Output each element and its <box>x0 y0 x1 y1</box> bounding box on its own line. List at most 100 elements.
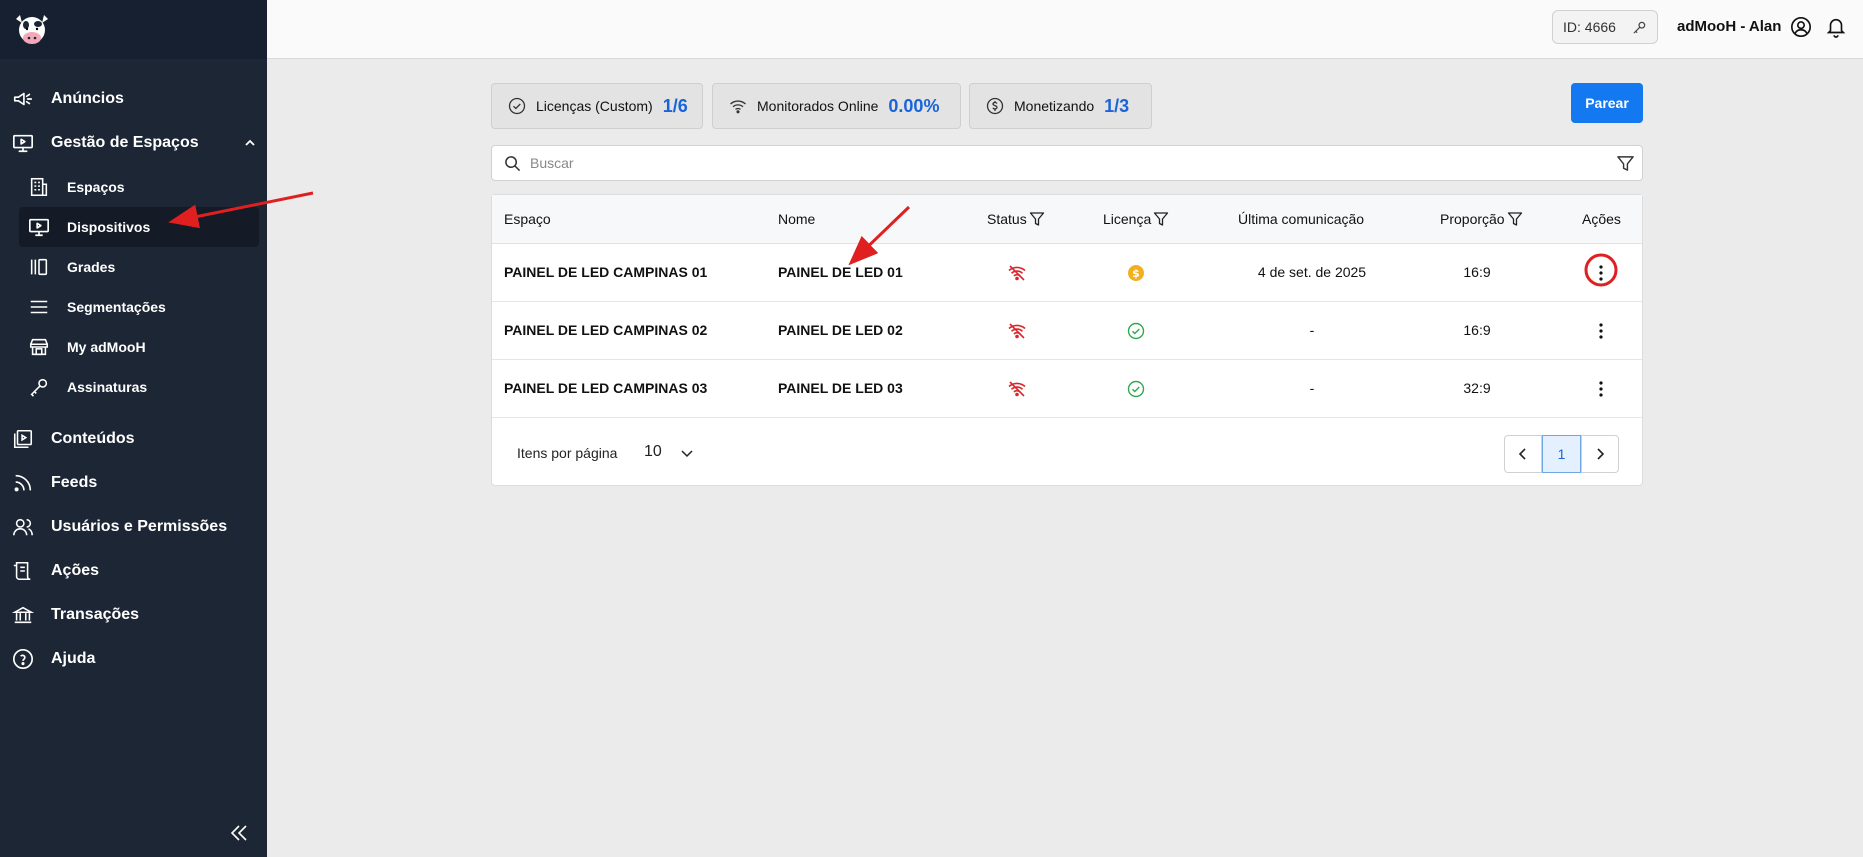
stat-value: 1/6 <box>662 95 688 116</box>
monitor-icon <box>27 215 51 239</box>
bell-icon[interactable] <box>1825 16 1847 38</box>
filter-icon[interactable] <box>1616 154 1635 173</box>
table-row[interactable]: PAINEL DE LED CAMPINAS 01 PAINEL DE LED … <box>492 244 1642 302</box>
cell-last-comm: - <box>1309 322 1315 338</box>
items-per-page-value: 10 <box>644 443 662 460</box>
cell-space: PAINEL DE LED CAMPINAS 02 <box>504 322 708 338</box>
sidebar-subitem-espacos[interactable]: Espaços <box>19 167 259 207</box>
user-circle-icon[interactable] <box>1790 16 1812 38</box>
filter-icon[interactable] <box>1507 211 1523 227</box>
sidebar-subitem-label: Grades <box>67 259 116 275</box>
media-library-icon <box>11 427 35 451</box>
table-header: Espaço Nome Status Licença Última comuni… <box>492 195 1642 244</box>
items-per-page-label: Itens por página <box>517 445 618 461</box>
sidebar-item-label: Gestão de Espaços <box>51 134 199 151</box>
chevron-right-icon <box>1597 448 1605 460</box>
cell-last-comm: 4 de set. de 2025 <box>1257 264 1367 280</box>
chevron-down-icon <box>681 450 693 458</box>
cell-ratio: 32:9 <box>1463 380 1491 396</box>
stat-label: Monetizando <box>1014 98 1095 114</box>
sidebar-item-transacoes[interactable]: Transações <box>0 597 267 633</box>
col-header-actions: Ações <box>1582 211 1621 227</box>
logo-bar <box>0 0 267 59</box>
parear-button[interactable]: Parear <box>1571 83 1643 123</box>
sidebar-subitem-my-admooh[interactable]: My adMooH <box>19 327 259 367</box>
sidebar-subitem-grades[interactable]: Grades <box>19 247 259 287</box>
account-id-box[interactable]: ID: 4666 <box>1552 10 1658 44</box>
filter-icon[interactable] <box>1153 211 1169 227</box>
grid-icon <box>27 255 51 279</box>
more-vertical-icon <box>1599 265 1603 281</box>
sidebar-item-label: Ações <box>51 562 100 579</box>
col-header-status-label: Status <box>987 211 1027 227</box>
cell-name[interactable]: PAINEL DE LED 03 <box>778 380 903 396</box>
col-header-name[interactable]: Nome <box>778 211 815 227</box>
wifi-off-icon <box>1008 323 1026 339</box>
search-icon <box>505 156 521 172</box>
user-name[interactable]: adMooH - Alan <box>1677 18 1781 35</box>
chevron-left-icon <box>1518 448 1526 460</box>
key-icon <box>1633 21 1646 34</box>
col-header-last-comm[interactable]: Última comunicação <box>1238 211 1364 227</box>
table-row[interactable]: PAINEL DE LED CAMPINAS 03 PAINEL DE LED … <box>492 360 1642 418</box>
monitor-play-icon <box>11 131 35 155</box>
sidebar-item-label: Transações <box>51 606 140 623</box>
sidebar-item-label: Feeds <box>51 474 98 491</box>
wifi-icon <box>730 100 746 114</box>
collapse-sidebar-icon[interactable] <box>228 822 250 844</box>
sidebar-subitem-label: Espaços <box>67 179 125 195</box>
sidebar-subitem-assinaturas[interactable]: Assinaturas <box>19 367 259 407</box>
store-icon <box>27 335 51 359</box>
chevron-up-icon[interactable] <box>242 135 258 151</box>
cell-ratio: 16:9 <box>1463 264 1491 280</box>
building-icon <box>27 175 51 199</box>
filter-icon[interactable] <box>1029 211 1045 227</box>
sidebar-subitem-dispositivos[interactable]: Dispositivos <box>19 207 259 247</box>
table-row[interactable]: PAINEL DE LED CAMPINAS 02 PAINEL DE LED … <box>492 302 1642 360</box>
cell-last-comm: - <box>1309 380 1315 396</box>
wifi-off-icon <box>1008 265 1026 281</box>
row-actions-button[interactable] <box>1586 316 1616 346</box>
cell-name[interactable]: PAINEL DE LED 01 <box>778 264 903 280</box>
stat-label: Licenças (Custom) <box>536 98 653 114</box>
page-button-current[interactable]: 1 <box>1542 435 1581 473</box>
prev-page-button[interactable] <box>1504 435 1542 473</box>
next-page-button[interactable] <box>1581 435 1619 473</box>
col-header-license-label: Licença <box>1103 211 1152 227</box>
dollar-coin-icon: $ <box>1128 265 1144 281</box>
dollar-circle-icon <box>986 97 1004 115</box>
check-circle-icon <box>1127 322 1145 340</box>
items-per-page-select[interactable]: 10 <box>638 435 700 469</box>
search-input[interactable] <box>530 146 1590 180</box>
stat-value: 1/3 <box>1104 95 1130 116</box>
more-vertical-icon <box>1599 323 1603 339</box>
cow-logo-icon[interactable] <box>12 10 52 50</box>
menu-lines-icon <box>27 295 51 319</box>
svg-text:$: $ <box>1132 267 1140 280</box>
bank-icon <box>11 603 35 627</box>
col-header-status[interactable]: Status <box>987 211 1045 227</box>
sidebar-item-conteudos[interactable]: Conteúdos <box>0 421 267 457</box>
rss-icon <box>11 471 35 495</box>
sidebar-item-usuarios-e-permissoes[interactable]: Usuários e Permissões <box>0 509 267 545</box>
col-header-license[interactable]: Licença <box>1103 211 1169 227</box>
sidebar-item-label: Anúncios <box>51 90 124 107</box>
row-actions-button[interactable] <box>1586 258 1616 288</box>
sidebar-subitem-label: Dispositivos <box>67 219 151 235</box>
sidebar-item-anuncios[interactable]: Anúncios <box>0 81 267 117</box>
sidebar-item-label: Ajuda <box>51 650 96 667</box>
col-header-space[interactable]: Espaço <box>504 211 551 227</box>
sidebar-item-ajuda[interactable]: Ajuda <box>0 641 267 677</box>
cell-name[interactable]: PAINEL DE LED 02 <box>778 322 903 338</box>
sidebar-item-acoes[interactable]: Ações <box>0 553 267 589</box>
sidebar-subitem-segmentacoes[interactable]: Segmentações <box>19 287 259 327</box>
megaphone-icon <box>11 87 35 111</box>
col-header-ratio-label: Proporção <box>1440 211 1505 227</box>
help-circle-icon <box>11 647 35 671</box>
col-header-ratio[interactable]: Proporção <box>1440 211 1523 227</box>
sidebar-item-gestao-de-espacos[interactable]: Gestão de Espaços <box>0 125 267 161</box>
scroll-icon <box>11 559 35 583</box>
key-icon <box>27 375 51 399</box>
sidebar-item-feeds[interactable]: Feeds <box>0 465 267 501</box>
row-actions-button[interactable] <box>1586 374 1616 404</box>
